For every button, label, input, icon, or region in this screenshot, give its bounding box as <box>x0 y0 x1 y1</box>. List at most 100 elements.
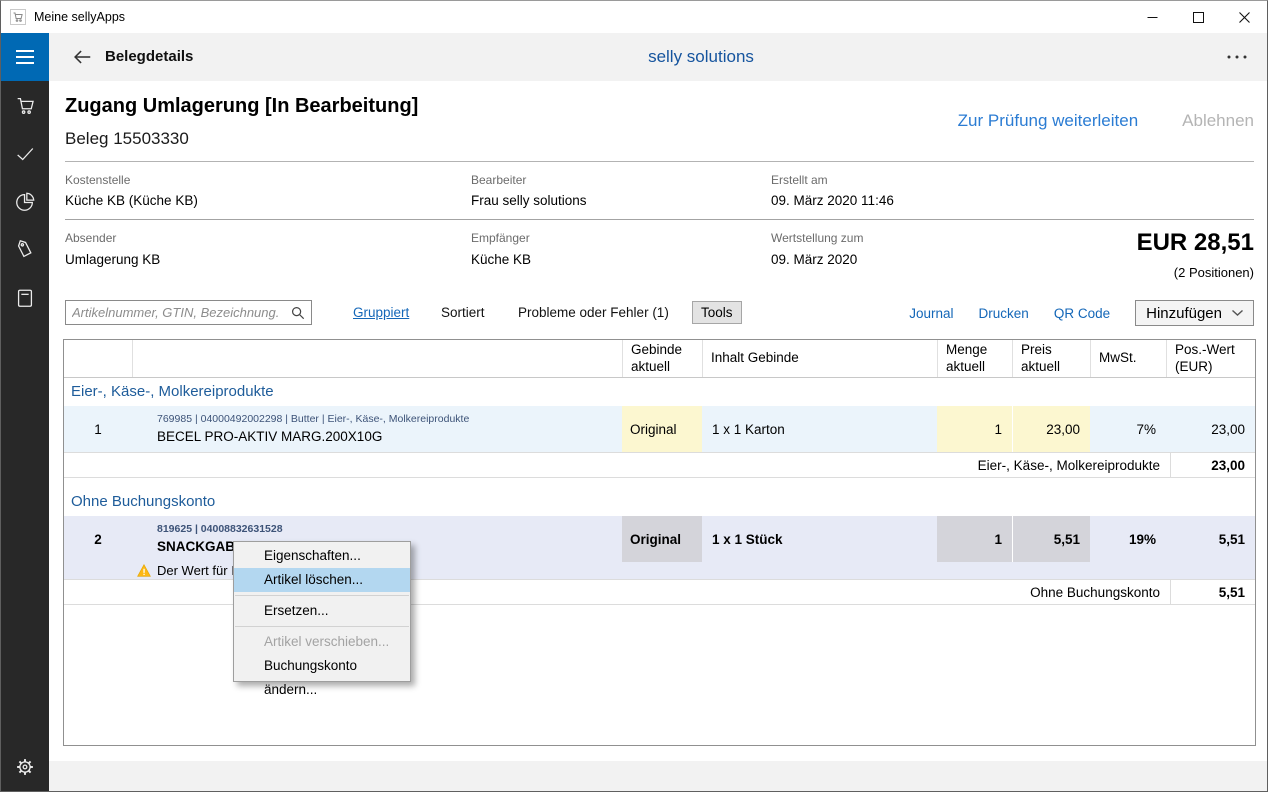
journal-link[interactable]: Journal <box>909 306 953 321</box>
divider <box>65 219 1254 220</box>
field-label-kostenstelle: Kostenstelle <box>65 173 130 187</box>
field-value-wertstellung: 09. März 2020 <box>771 252 857 267</box>
tools-button[interactable]: Tools <box>692 301 742 324</box>
appbar: Belegdetails selly solutions <box>1 33 1267 81</box>
add-button-label: Hinzufügen <box>1146 305 1222 322</box>
menu-item-buchungskonto-aendern[interactable]: Buchungskonto ändern... <box>234 654 410 678</box>
table-header-row: Gebinde aktuell Inhalt Gebinde Menge akt… <box>64 340 1255 378</box>
row-article-meta: 819625 | 04008832631528 <box>157 522 614 538</box>
subtotal-value: 23,00 <box>1170 453 1255 477</box>
context-menu: Eigenschaften... Artikel löschen... Erse… <box>233 541 411 682</box>
maximize-icon <box>1193 12 1204 23</box>
qr-code-link[interactable]: QR Code <box>1054 306 1110 321</box>
minimize-icon <box>1147 12 1158 23</box>
field-label-empfaenger: Empfänger <box>471 231 530 245</box>
grouped-toggle[interactable]: Gruppiert <box>353 303 409 323</box>
cell-poswert: 23,00 <box>1166 406 1255 452</box>
sidebar-item-pricetag[interactable] <box>1 226 49 274</box>
ellipsis-icon <box>1227 55 1247 59</box>
search-button[interactable] <box>285 301 311 324</box>
sidebar-item-cart[interactable] <box>1 82 49 130</box>
hamburger-menu-button[interactable] <box>1 33 49 81</box>
back-button[interactable] <box>59 33 105 81</box>
subtotal-label: Ohne Buchungskonto <box>64 580 1170 604</box>
cell-mwst: 19% <box>1090 516 1166 562</box>
field-value-kostenstelle: Küche KB (Küche KB) <box>65 193 198 208</box>
sidebar-item-book[interactable] <box>1 274 49 322</box>
col-header-inhalt: Inhalt Gebinde <box>702 340 937 377</box>
cell-menge[interactable]: 1 <box>937 516 1012 562</box>
cell-inhalt: 1 x 1 Stück <box>702 516 937 562</box>
divider <box>65 161 1254 162</box>
field-label-erstellt-am: Erstellt am <box>771 173 828 187</box>
menu-item-ersetzen[interactable]: Ersetzen... <box>234 599 410 623</box>
col-header-description <box>132 340 622 377</box>
col-header-menge: Menge aktuell <box>937 340 1012 377</box>
table-row[interactable]: 1 769985 | 04000492002298 | Butter | Eie… <box>64 406 1255 452</box>
field-value-empfaenger: Küche KB <box>471 252 531 267</box>
main-content: Zugang Umlagerung [In Bearbeitung] Beleg… <box>49 81 1267 791</box>
magnifier-icon <box>291 306 305 320</box>
cell-poswert: 5,51 <box>1166 516 1255 562</box>
cell-preis[interactable]: 5,51 <box>1012 516 1090 562</box>
row-article-meta: 769985 | 04000492002298 | Butter | Eier-… <box>157 412 614 428</box>
col-header-mwst: MwSt. <box>1090 340 1166 377</box>
row-index: 1 <box>64 406 132 452</box>
field-value-erstellt-am: 09. März 2020 11:46 <box>771 193 894 208</box>
sidebar-item-check[interactable] <box>1 130 49 178</box>
add-button[interactable]: Hinzufügen <box>1135 300 1254 326</box>
close-button[interactable] <box>1221 1 1267 33</box>
sorted-toggle[interactable]: Sortiert <box>441 303 485 323</box>
sidebar-item-settings[interactable] <box>1 743 49 791</box>
more-options-button[interactable] <box>1217 33 1257 81</box>
pie-chart-icon <box>14 191 36 213</box>
field-label-wertstellung: Wertstellung zum <box>771 231 863 245</box>
hamburger-icon <box>16 50 34 52</box>
forward-for-review-link[interactable]: Zur Prüfung weiterleiten <box>958 111 1138 131</box>
field-label-absender: Absender <box>65 231 116 245</box>
maximize-button[interactable] <box>1175 1 1221 33</box>
minimize-button[interactable] <box>1129 1 1175 33</box>
cell-mwst: 7% <box>1090 406 1166 452</box>
cell-gebinde[interactable]: Original <box>622 406 702 452</box>
reject-link: Ablehnen <box>1182 111 1254 131</box>
app-cart-icon <box>10 9 26 25</box>
search-input[interactable] <box>66 302 285 323</box>
titlebar: Meine sellyApps <box>1 1 1267 33</box>
document-title: Zugang Umlagerung [In Bearbeitung] <box>65 95 418 118</box>
shopping-cart-icon <box>14 95 36 117</box>
app-window: Meine sellyApps Belegdetails selly solut… <box>0 0 1268 792</box>
problems-filter[interactable]: Probleme oder Fehler (1) <box>518 303 669 323</box>
chevron-down-icon <box>1232 310 1243 316</box>
arrow-left-icon <box>71 46 93 68</box>
document-number: Beleg 15503330 <box>65 129 189 149</box>
cell-gebinde[interactable]: Original <box>622 516 702 562</box>
total-positions: (2 Positionen) <box>1174 265 1254 280</box>
window-title: Meine sellyApps <box>34 10 125 24</box>
menu-item-artikel-loeschen[interactable]: Artikel löschen... <box>234 568 410 592</box>
field-value-bearbeiter: Frau selly solutions <box>471 193 587 208</box>
window-controls <box>1129 1 1267 33</box>
warning-triangle-icon <box>137 564 151 577</box>
close-icon <box>1239 12 1250 23</box>
sidebar-item-reports[interactable] <box>1 178 49 226</box>
search-box <box>65 300 312 325</box>
col-header-poswert: Pos.-Wert (EUR) <box>1166 340 1255 377</box>
menu-separator <box>235 595 409 596</box>
checkmark-icon <box>14 143 36 165</box>
col-header-index <box>64 340 132 377</box>
row-article-name: BECEL PRO-AKTIV MARG.200X10G <box>157 428 614 446</box>
settings-gear-icon <box>14 756 36 778</box>
menu-separator <box>235 626 409 627</box>
group-header: Eier-, Käse-, Molkereiprodukte <box>64 378 1255 406</box>
warning-text: Der Wert für <box>157 563 228 578</box>
row-description: 769985 | 04000492002298 | Butter | Eier-… <box>132 406 622 452</box>
subtotal-label: Eier-, Käse-, Molkereiprodukte <box>64 453 1170 477</box>
cell-preis[interactable]: 23,00 <box>1012 406 1090 452</box>
sidebar <box>1 81 49 791</box>
menu-item-eigenschaften[interactable]: Eigenschaften... <box>234 544 410 568</box>
cell-menge[interactable]: 1 <box>937 406 1012 452</box>
total-amount: EUR 28,51 <box>1137 229 1254 257</box>
print-link[interactable]: Drucken <box>979 306 1029 321</box>
brand-label: selly solutions <box>561 33 841 81</box>
